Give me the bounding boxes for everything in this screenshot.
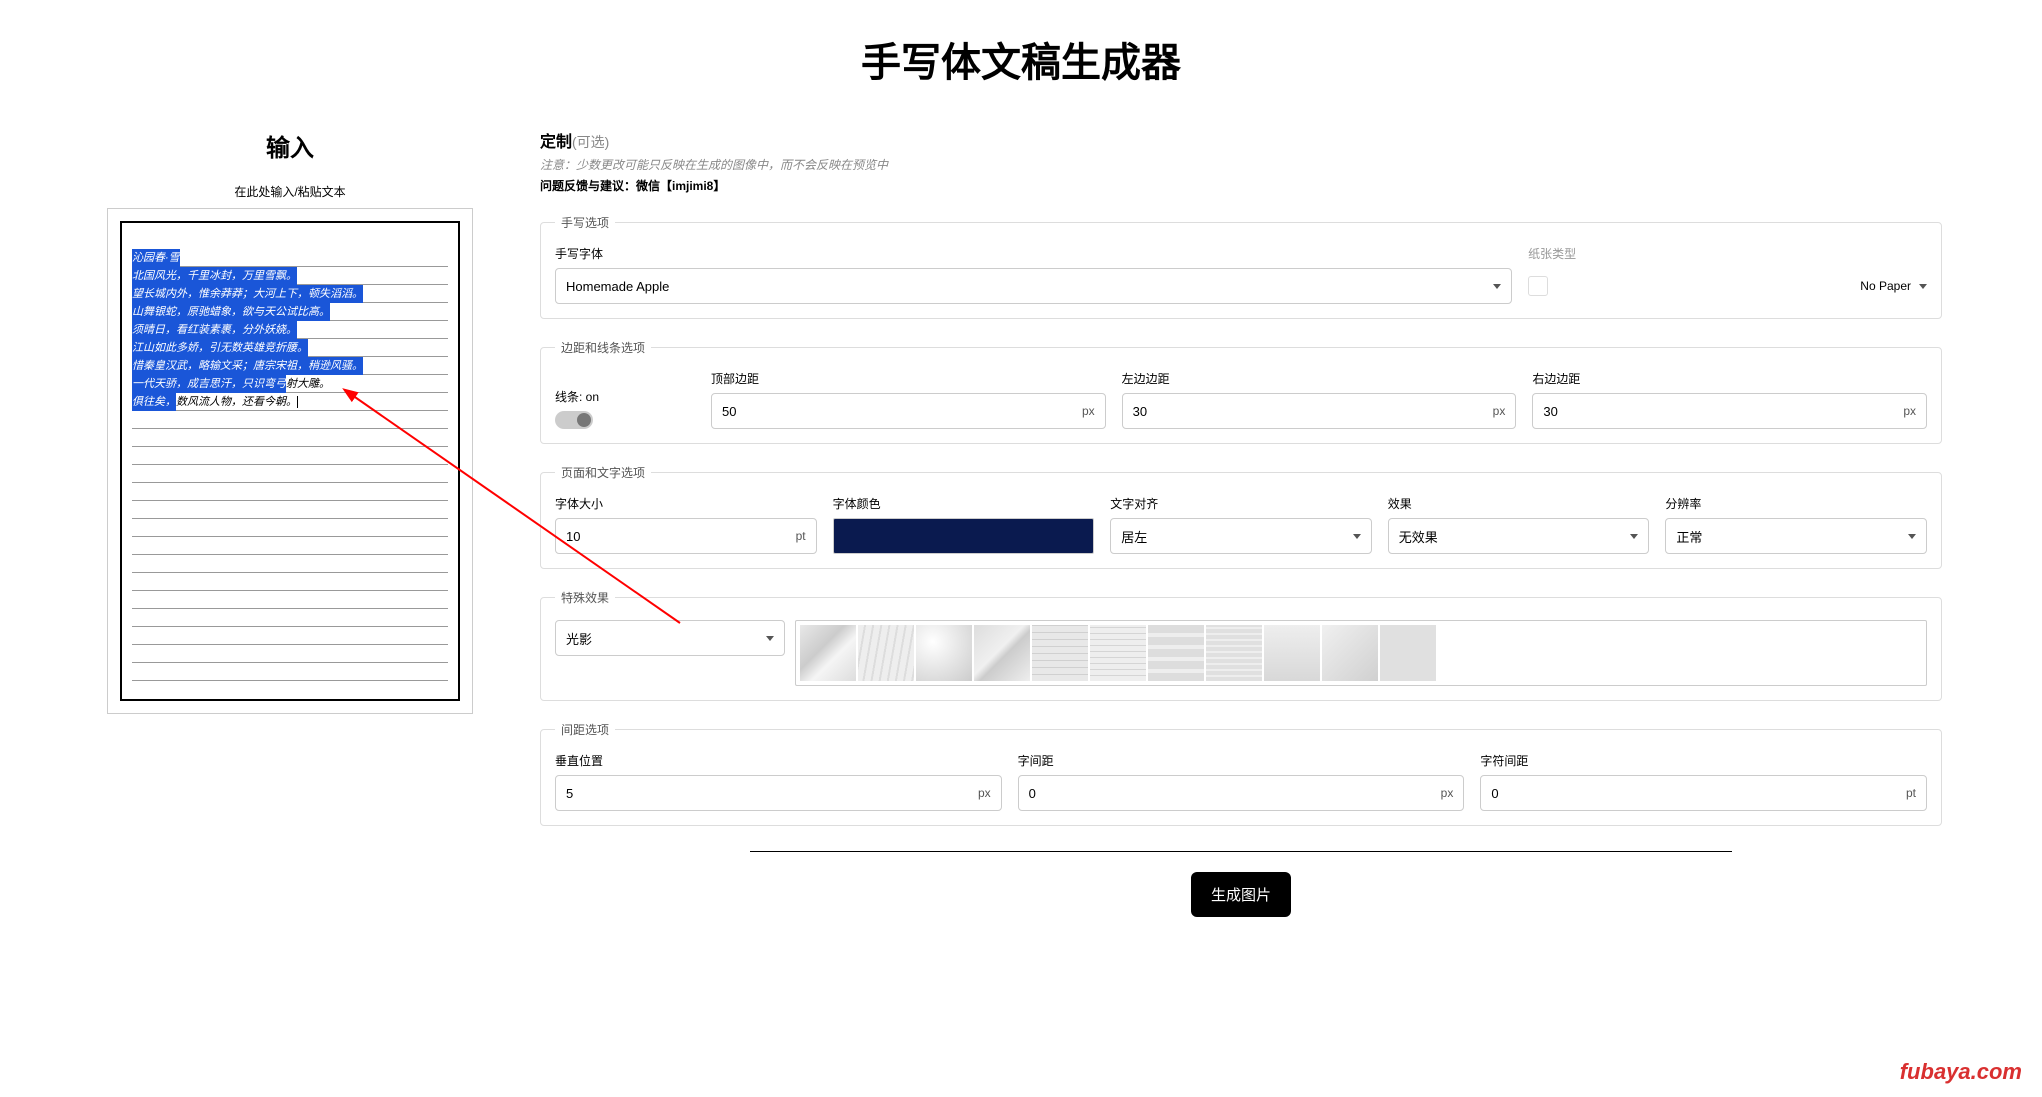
main-container: 输入 在此处输入/粘贴文本 沁园春·雪北国风光，千里冰封，万里雪飘。望长城内外，… xyxy=(0,128,2042,957)
font-value: Homemade Apple xyxy=(566,279,669,294)
unit-px: px xyxy=(1082,404,1095,418)
effect-thumb-6[interactable] xyxy=(1090,625,1146,681)
page-title: 手写体文稿生成器 xyxy=(0,30,2042,88)
paper-type-value: No Paper xyxy=(1860,279,1911,293)
effect-thumb-8[interactable] xyxy=(1206,625,1262,681)
font-size-input[interactable] xyxy=(566,529,796,544)
chevron-down-icon xyxy=(766,636,774,641)
chevron-down-icon xyxy=(1630,534,1638,539)
effect-thumb-7[interactable] xyxy=(1148,625,1204,681)
chevron-down-icon xyxy=(1908,534,1916,539)
effect-thumb-10[interactable] xyxy=(1322,625,1378,681)
text-align-select[interactable]: 居左 xyxy=(1110,518,1372,554)
char-spacing-input-group: pt xyxy=(1480,775,1927,811)
paper-type-select[interactable]: No Paper xyxy=(1528,268,1927,304)
toggle-knob xyxy=(577,413,591,427)
generate-button[interactable]: 生成图片 xyxy=(1191,872,1291,917)
effect-thumb-1[interactable] xyxy=(800,625,856,681)
unit-pt: pt xyxy=(796,529,806,543)
handwriting-legend: 手写选项 xyxy=(555,214,615,231)
input-heading: 输入 xyxy=(100,128,480,163)
unit-px: px xyxy=(1903,404,1916,418)
effect-thumb-3[interactable] xyxy=(916,625,972,681)
word-spacing-input[interactable] xyxy=(1029,786,1441,801)
effect-value: 无效果 xyxy=(1399,527,1438,546)
char-spacing-input[interactable] xyxy=(1491,786,1906,801)
font-size-label: 字体大小 xyxy=(555,495,817,512)
left-margin-label: 左边边距 xyxy=(1122,370,1517,387)
customize-optional: (可选) xyxy=(572,134,609,150)
page-text-legend: 页面和文字选项 xyxy=(555,464,651,481)
word-spacing-label: 字间距 xyxy=(1018,752,1465,769)
char-spacing-label: 字符间距 xyxy=(1480,752,1927,769)
font-color-swatch[interactable] xyxy=(833,518,1095,554)
top-margin-input-group: px xyxy=(711,393,1106,429)
vertical-pos-input[interactable] xyxy=(566,786,978,801)
effect-thumb-9[interactable] xyxy=(1264,625,1320,681)
customize-note: 注意：少数更改可能只反映在生成的图像中，而不会反映在预览中 xyxy=(540,156,1942,173)
watermark: fubaya.com xyxy=(1900,1059,2022,1085)
top-margin-input[interactable] xyxy=(722,404,1082,419)
font-color-label: 字体颜色 xyxy=(833,495,1095,512)
vertical-pos-label: 垂直位置 xyxy=(555,752,1002,769)
shadow-type-select[interactable]: 光影 xyxy=(555,620,785,656)
spacing-legend: 间距选项 xyxy=(555,721,615,738)
vertical-pos-input-group: px xyxy=(555,775,1002,811)
font-select[interactable]: Homemade Apple xyxy=(555,268,1512,304)
page-text-fieldset: 页面和文字选项 字体大小 pt 字体颜色 文字对齐 居左 xyxy=(540,464,1942,569)
left-margin-input-group: px xyxy=(1122,393,1517,429)
word-spacing-input-group: px xyxy=(1018,775,1465,811)
resolution-label: 分辨率 xyxy=(1665,495,1927,512)
margins-legend: 边距和线条选项 xyxy=(555,339,651,356)
effect-select[interactable]: 无效果 xyxy=(1388,518,1650,554)
customize-heading-text: 定制 xyxy=(540,134,572,151)
text-align-value: 居左 xyxy=(1121,527,1147,546)
paper-preview-wrap: 沁园春·雪北国风光，千里冰封，万里雪飘。望长城内外，惟余莽莽；大河上下，顿失滔滔… xyxy=(107,208,473,714)
unit-pt: pt xyxy=(1906,786,1916,800)
right-margin-input[interactable] xyxy=(1543,404,1903,419)
feedback-text: 问题反馈与建议：微信【imjimi8】 xyxy=(540,177,1942,194)
unit-px: px xyxy=(1441,786,1454,800)
spacing-fieldset: 间距选项 垂直位置 px 字间距 px 字符间距 xyxy=(540,721,1942,826)
unit-px: px xyxy=(978,786,991,800)
resolution-value: 正常 xyxy=(1676,527,1702,546)
effect-label: 效果 xyxy=(1388,495,1650,512)
font-size-input-group: pt xyxy=(555,518,817,554)
chevron-down-icon xyxy=(1919,284,1927,289)
unit-px: px xyxy=(1493,404,1506,418)
special-effects-legend: 特殊效果 xyxy=(555,589,615,606)
effect-thumb-5[interactable] xyxy=(1032,625,1088,681)
font-label: 手写字体 xyxy=(555,245,1512,262)
effect-thumb-11[interactable] xyxy=(1380,625,1436,681)
lines-toggle-label: 线条: on xyxy=(555,388,695,405)
input-hint: 在此处输入/粘贴文本 xyxy=(100,183,480,200)
divider xyxy=(750,846,1731,852)
lines-toggle[interactable] xyxy=(555,411,593,429)
chevron-down-icon xyxy=(1353,534,1361,539)
top-margin-label: 顶部边距 xyxy=(711,370,1106,387)
paper-preview[interactable]: 沁园春·雪北国风光，千里冰封，万里雪飘。望长城内外，惟余莽莽；大河上下，顿失滔滔… xyxy=(120,221,460,701)
paper-type-label: 纸张类型 xyxy=(1528,245,1927,262)
resolution-select[interactable]: 正常 xyxy=(1665,518,1927,554)
paper-type-swatch xyxy=(1528,276,1548,296)
right-margin-input-group: px xyxy=(1532,393,1927,429)
poem-text[interactable]: 沁园春·雪北国风光，千里冰封，万里雪飘。望长城内外，惟余莽莽；大河上下，顿失滔滔… xyxy=(132,249,448,411)
effect-thumbnails xyxy=(795,620,1927,686)
text-align-label: 文字对齐 xyxy=(1110,495,1372,512)
input-column: 输入 在此处输入/粘贴文本 沁园春·雪北国风光，千里冰封，万里雪飘。望长城内外，… xyxy=(100,128,480,917)
effect-thumb-2[interactable] xyxy=(858,625,914,681)
handwriting-fieldset: 手写选项 手写字体 Homemade Apple 纸张类型 No Paper xyxy=(540,214,1942,319)
page-header: 手写体文稿生成器 xyxy=(0,0,2042,128)
right-margin-label: 右边边距 xyxy=(1532,370,1927,387)
chevron-down-icon xyxy=(1493,284,1501,289)
customize-column: 定制(可选) 注意：少数更改可能只反映在生成的图像中，而不会反映在预览中 问题反… xyxy=(540,128,1942,917)
left-margin-input[interactable] xyxy=(1133,404,1493,419)
customize-heading: 定制(可选) xyxy=(540,128,1942,152)
margins-fieldset: 边距和线条选项 线条: on 顶部边距 px 左边边距 xyxy=(540,339,1942,444)
special-effects-fieldset: 特殊效果 光影 xyxy=(540,589,1942,701)
effect-thumb-4[interactable] xyxy=(974,625,1030,681)
shadow-type-value: 光影 xyxy=(566,629,592,648)
